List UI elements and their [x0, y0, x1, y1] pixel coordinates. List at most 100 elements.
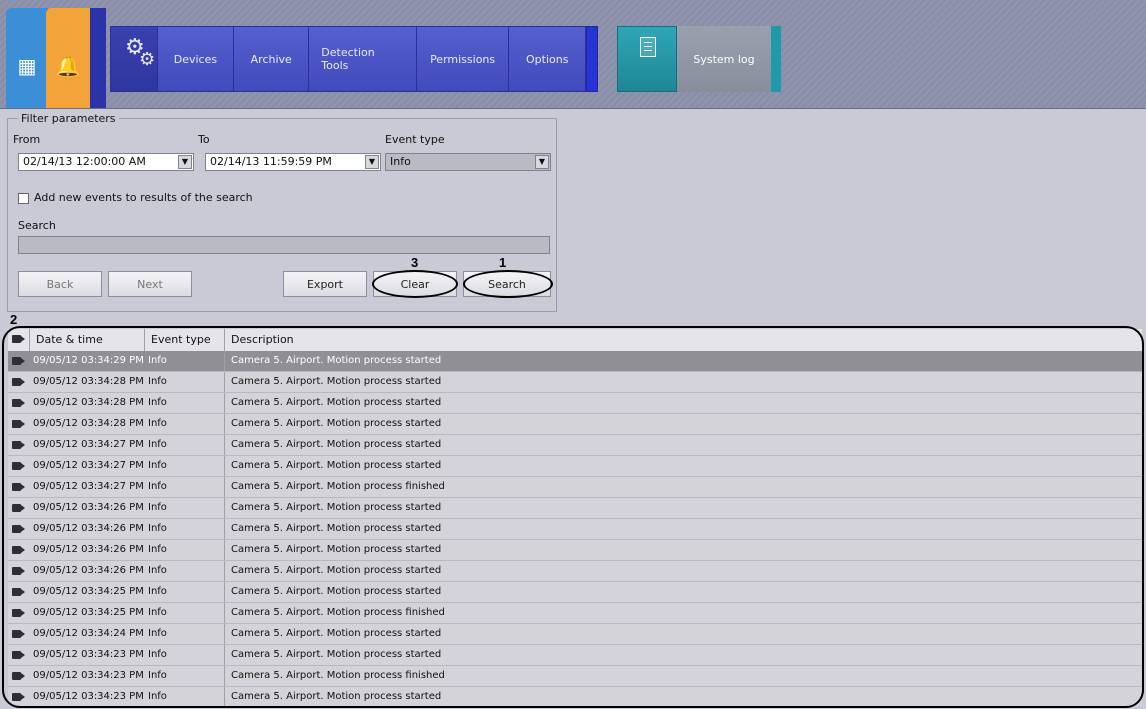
row-date-time: 09/05/12 03:34:26 PM	[33, 544, 144, 555]
row-description: Camera 5. Airport. Motion process starte…	[231, 439, 442, 450]
row-event-type: Info	[145, 624, 225, 644]
table-row[interactable]: 09/05/12 03:34:26 PM Info Camera 5. Airpor…	[8, 519, 1142, 540]
table-row[interactable]: 09/05/12 03:34:26 PM Info Camera 5. Airpor…	[8, 540, 1142, 561]
row-event-type: Info	[145, 666, 225, 686]
next-button[interactable]: Next	[108, 271, 192, 297]
table-row[interactable]: 09/05/12 03:34:28 PM Info Camera 5. Airpor…	[8, 372, 1142, 393]
event-type-select[interactable]: Info ▼	[385, 153, 551, 171]
row-camera-cell	[8, 687, 30, 706]
row-description: Camera 5. Airport. Motion process starte…	[231, 397, 442, 408]
chevron-down-icon[interactable]: ▼	[365, 155, 379, 169]
row-date-time: 09/05/12 03:34:26 PM	[33, 523, 144, 534]
row-date-time: 09/05/12 03:34:29 PM	[33, 355, 144, 366]
table-row[interactable]: 09/05/12 03:34:27 PM Info Camera 5. Airpor…	[8, 435, 1142, 456]
tab-archive[interactable]: Archive	[234, 27, 310, 91]
row-event-type: Info	[145, 519, 225, 539]
header-date-time[interactable]: Date & time	[30, 329, 145, 351]
row-camera-cell	[8, 477, 30, 497]
row-date-time: 09/05/12 03:34:25 PM	[33, 607, 144, 618]
tab-options[interactable]: Options	[509, 27, 586, 91]
camera-icon	[12, 567, 25, 575]
alarms-tile[interactable]: 🔔	[46, 8, 90, 108]
table-row[interactable]: 09/05/12 03:34:26 PM Info Camera 5. Airpor…	[8, 498, 1142, 519]
row-camera-cell	[8, 561, 30, 581]
row-description: Camera 5. Airport. Motion process starte…	[231, 628, 442, 639]
filter-legend: Filter parameters	[18, 112, 119, 125]
tab-system-log[interactable]: System log	[677, 26, 771, 92]
table-row[interactable]: 09/05/12 03:34:28 PM Info Camera 5. Airpor…	[8, 393, 1142, 414]
table-row[interactable]: 09/05/12 03:34:29 PM Info Camera 5. Airpor…	[8, 351, 1142, 372]
camera-icon	[12, 546, 25, 554]
to-datetime-picker[interactable]: 02/14/13 11:59:59 PM ▼	[205, 153, 381, 171]
event-type-value: Info	[390, 155, 411, 168]
table-row[interactable]: 09/05/12 03:34:27 PM Info Camera 5. Airpor…	[8, 456, 1142, 477]
table-row[interactable]: 09/05/12 03:34:24 PM Info Camera 5. Airpor…	[8, 624, 1142, 645]
row-date-time: 09/05/12 03:34:26 PM	[33, 502, 144, 513]
settings-gear-button[interactable]: ⚙ ⚙	[111, 27, 158, 91]
tab-detection-tools[interactable]: Detection Tools	[309, 27, 417, 91]
header-event-type[interactable]: Event type	[145, 329, 225, 351]
tab-permissions[interactable]: Permissions	[416, 27, 510, 91]
table-row[interactable]: 09/05/12 03:34:23 PM Info Camera 5. Airpor…	[8, 687, 1142, 706]
row-event-type: Info	[145, 456, 225, 476]
row-description: Camera 5. Airport. Motion process starte…	[231, 586, 442, 597]
row-camera-cell	[8, 666, 30, 686]
chevron-down-icon[interactable]: ▼	[178, 155, 192, 169]
row-date-time: 09/05/12 03:34:27 PM	[33, 439, 144, 450]
clear-marker: 3	[411, 255, 419, 270]
table-row[interactable]: 09/05/12 03:34:25 PM Info Camera 5. Airpor…	[8, 603, 1142, 624]
row-camera-cell	[8, 456, 30, 476]
row-camera-cell	[8, 645, 30, 665]
row-description: Camera 5. Airport. Motion process finish…	[231, 670, 445, 681]
row-description: Camera 5. Airport. Motion process starte…	[231, 460, 442, 471]
back-button[interactable]: Back	[18, 271, 102, 297]
camera-icon	[12, 462, 25, 470]
row-date-time: 09/05/12 03:34:28 PM	[33, 376, 144, 387]
row-description: Camera 5. Airport. Motion process starte…	[231, 418, 442, 429]
row-camera-cell	[8, 414, 30, 434]
nav-group-end	[586, 26, 598, 92]
row-event-type: Info	[145, 351, 225, 371]
row-event-type: Info	[145, 582, 225, 602]
system-log-icon-button[interactable]	[617, 26, 677, 92]
camera-icon	[12, 357, 25, 365]
row-description: Camera 5. Airport. Motion process starte…	[231, 523, 442, 534]
camera-icon	[12, 483, 25, 491]
row-camera-cell	[8, 393, 30, 413]
row-event-type: Info	[145, 393, 225, 413]
camera-icon	[12, 651, 25, 659]
table-row[interactable]: 09/05/12 03:34:23 PM Info Camera 5. Airpor…	[8, 666, 1142, 687]
to-value: 02/14/13 11:59:59 PM	[210, 155, 332, 168]
top-toolbar: ▦ 🔔 ⚙ ⚙ Devices Archive Detection Tools …	[0, 0, 1146, 109]
row-date-time: 09/05/12 03:34:23 PM	[33, 670, 144, 681]
camera-column-header[interactable]	[8, 329, 30, 351]
row-event-type: Info	[145, 372, 225, 392]
table-marker: 2	[10, 312, 18, 327]
home-tile[interactable]: ▦	[6, 8, 48, 108]
table-row[interactable]: 09/05/12 03:34:27 PM Info Camera 5. Airpor…	[8, 477, 1142, 498]
search-label: Search	[18, 219, 56, 232]
export-button[interactable]: Export	[283, 271, 367, 297]
row-description: Camera 5. Airport. Motion process finish…	[231, 481, 445, 492]
camera-icon	[12, 378, 25, 386]
table-row[interactable]: 09/05/12 03:34:26 PM Info Camera 5. Airpor…	[8, 561, 1142, 582]
clear-highlight-ring	[372, 270, 458, 298]
table-row[interactable]: 09/05/12 03:34:28 PM Info Camera 5. Airpor…	[8, 414, 1142, 435]
table-row[interactable]: 09/05/12 03:34:25 PM Info Camera 5. Airpor…	[8, 582, 1142, 603]
system-log-end	[771, 26, 781, 92]
row-description: Camera 5. Airport. Motion process starte…	[231, 355, 442, 366]
to-label: To	[198, 133, 210, 146]
search-input[interactable]	[18, 236, 550, 254]
add-new-events-checkbox[interactable]	[18, 193, 29, 204]
tab-devices[interactable]: Devices	[157, 27, 235, 91]
table-row[interactable]: 09/05/12 03:34:23 PM Info Camera 5. Airpor…	[8, 645, 1142, 666]
row-date-time: 09/05/12 03:34:27 PM	[33, 481, 144, 492]
row-event-type: Info	[145, 603, 225, 623]
camera-icon	[12, 441, 25, 449]
from-datetime-picker[interactable]: 02/14/13 12:00:00 AM ▼	[18, 153, 194, 171]
table-header: Date & time Event type Description	[8, 329, 1142, 352]
chevron-down-icon[interactable]: ▼	[535, 155, 549, 169]
row-date-time: 09/05/12 03:34:28 PM	[33, 418, 144, 429]
bell-icon: 🔔	[55, 54, 81, 78]
header-description[interactable]: Description	[225, 329, 1142, 351]
